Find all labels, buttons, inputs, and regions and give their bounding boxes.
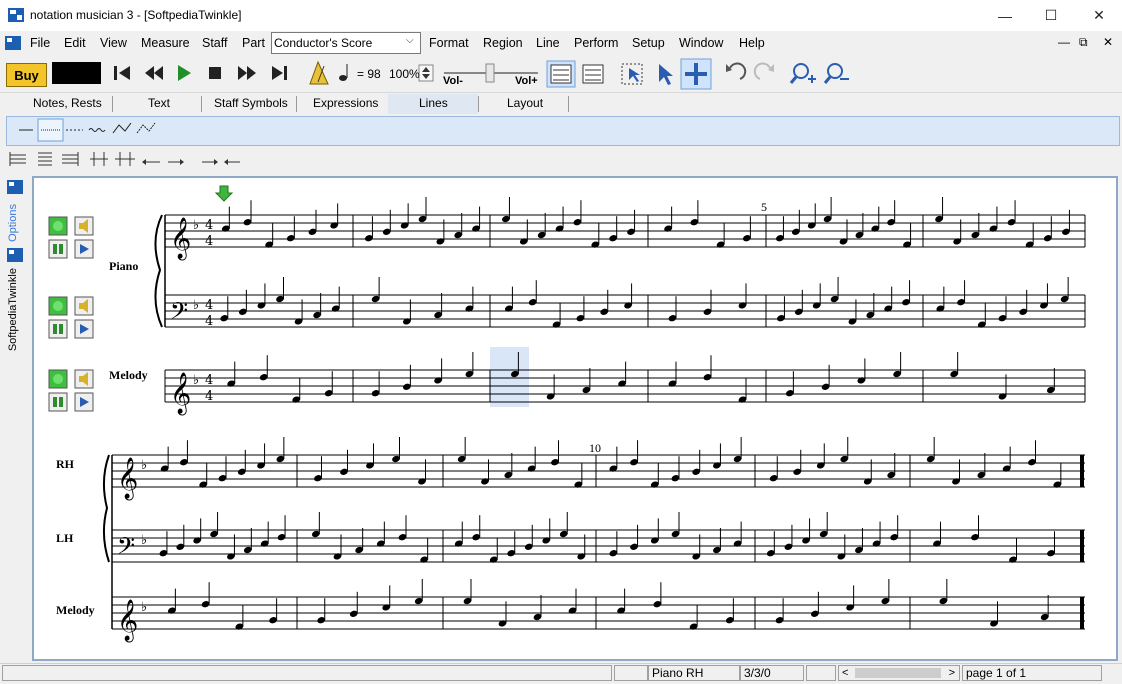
final-barline [1080,455,1084,487]
selection-highlight [490,347,529,407]
treble-clef: 𝄞 [117,457,138,500]
piano-brace [154,214,163,328]
measure-number-5: 5 [761,200,767,214]
time-signature: 4 [205,218,213,233]
time-signature: 4 [205,298,213,313]
piano-treble-people-button [48,239,68,259]
horizontal-scrollbar[interactable]: < > [838,665,960,681]
key-signature-flat: ♭ [141,533,147,548]
key-signature-flat: ♭ [193,373,199,388]
status-part: Piano RH [648,665,740,681]
time-signature: 4 [205,234,213,249]
score-drawing: 𝄞𝄢𝄞♭ 44♭ 44♭ 44𝄞𝄢𝄞♭♭♭ [48,185,1086,642]
staff-label-melody-2: Melody [56,603,95,617]
treble-clef: 𝄞 [170,217,191,260]
playback-cursor-icon [214,185,234,202]
key-signature-flat: ♭ [141,458,147,473]
final-barline [1080,597,1084,629]
key-signature-flat: ♭ [141,600,147,615]
treble-clef: 𝄞 [117,599,138,642]
time-signature: 4 [205,314,213,329]
status-message [2,665,612,681]
staff-label-melody: Melody [109,368,148,382]
bass-clef: 𝄢 [170,297,188,330]
time-signature: 4 [205,389,213,404]
melody-people-button [48,392,68,412]
staff-label-piano: Piano [109,259,139,273]
bass-clef: 𝄢 [117,532,135,565]
piano-bass-people-button [48,319,68,339]
time-signature: 4 [205,373,213,388]
scroll-thumb[interactable] [855,668,941,678]
scroll-right-icon[interactable]: > [949,666,955,680]
treble-clef: 𝄞 [170,372,191,415]
scroll-left-icon[interactable]: < [842,666,848,680]
status-cell [806,665,836,681]
key-signature-flat: ♭ [193,218,199,233]
key-signature-flat: ♭ [193,298,199,313]
piano-brace [103,454,110,563]
status-page: page 1 of 1 [962,665,1102,681]
final-barline [1080,530,1084,562]
status-position: 3/3/0 [740,665,804,681]
measure-number-10: 10 [589,441,601,455]
staff-label-rh: RH [56,457,74,471]
status-cell [614,665,648,681]
staff-label-lh: LH [56,531,74,545]
